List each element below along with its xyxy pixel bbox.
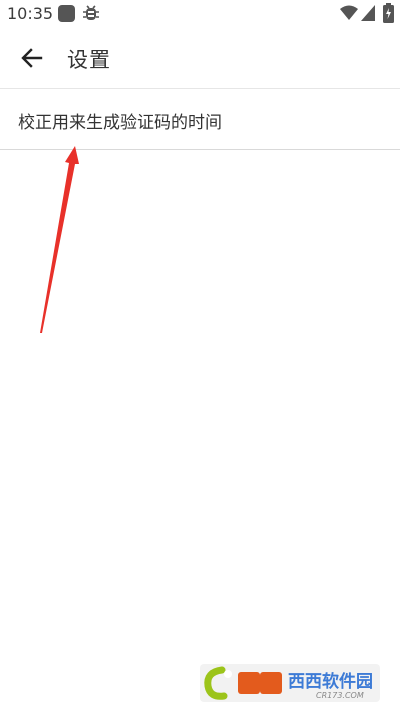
status-bar: 10:35 [0, 0, 400, 28]
app-square-icon [58, 5, 75, 22]
arrow-left-icon [21, 48, 43, 68]
wifi-icon [340, 5, 358, 20]
bug-icon [83, 5, 99, 20]
watermark-url: CR173.COM [316, 691, 364, 700]
status-time: 10:35 [7, 4, 54, 23]
back-button[interactable] [10, 36, 54, 80]
watermark-brand: 西西软件园 [288, 671, 373, 692]
screen: 10:35 设置 校正用来生成验证码的时间 西西软件园 CR173.COM [0, 0, 400, 712]
settings-item-time-correction[interactable]: 校正用来生成验证码的时间 [0, 89, 400, 150]
settings-item-label: 校正用来生成验证码的时间 [18, 113, 222, 133]
page-title: 设置 [67, 48, 111, 72]
signal-icon [361, 5, 375, 21]
watermark-logo: 西西软件园 CR173.COM [200, 664, 380, 702]
battery-icon [383, 3, 394, 23]
app-bar: 设置 [0, 28, 400, 89]
